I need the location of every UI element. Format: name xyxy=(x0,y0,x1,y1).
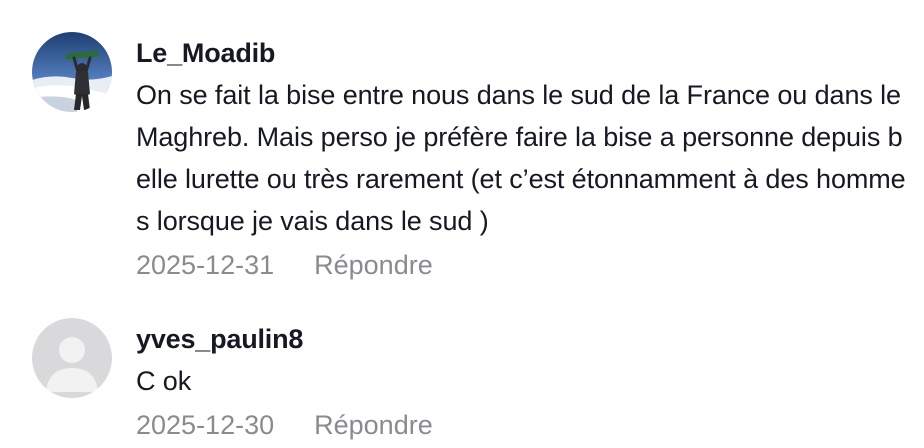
comment-text: C ok xyxy=(136,366,192,396)
reply-button[interactable]: Répondre xyxy=(314,406,433,444)
comment-meta: 2025-12-31 Répondre xyxy=(136,246,912,284)
comment-date: 2025-12-30 xyxy=(136,410,275,440)
comment-username[interactable]: yves_paulin8 xyxy=(136,320,912,358)
user-photo-avatar[interactable] xyxy=(32,32,112,112)
comment-date: 2025-12-31 xyxy=(136,250,275,280)
default-user-avatar[interactable] xyxy=(32,318,112,398)
default-avatar-icon xyxy=(32,318,112,398)
avatar-photo-icon xyxy=(32,32,112,112)
reply-button[interactable]: Répondre xyxy=(314,246,433,284)
comment-meta: 2025-12-30 Répondre xyxy=(136,406,912,444)
comment-username[interactable]: Le_Moadib xyxy=(136,34,912,72)
comment-text: On se fait la bise entre nous dans le su… xyxy=(136,80,906,236)
